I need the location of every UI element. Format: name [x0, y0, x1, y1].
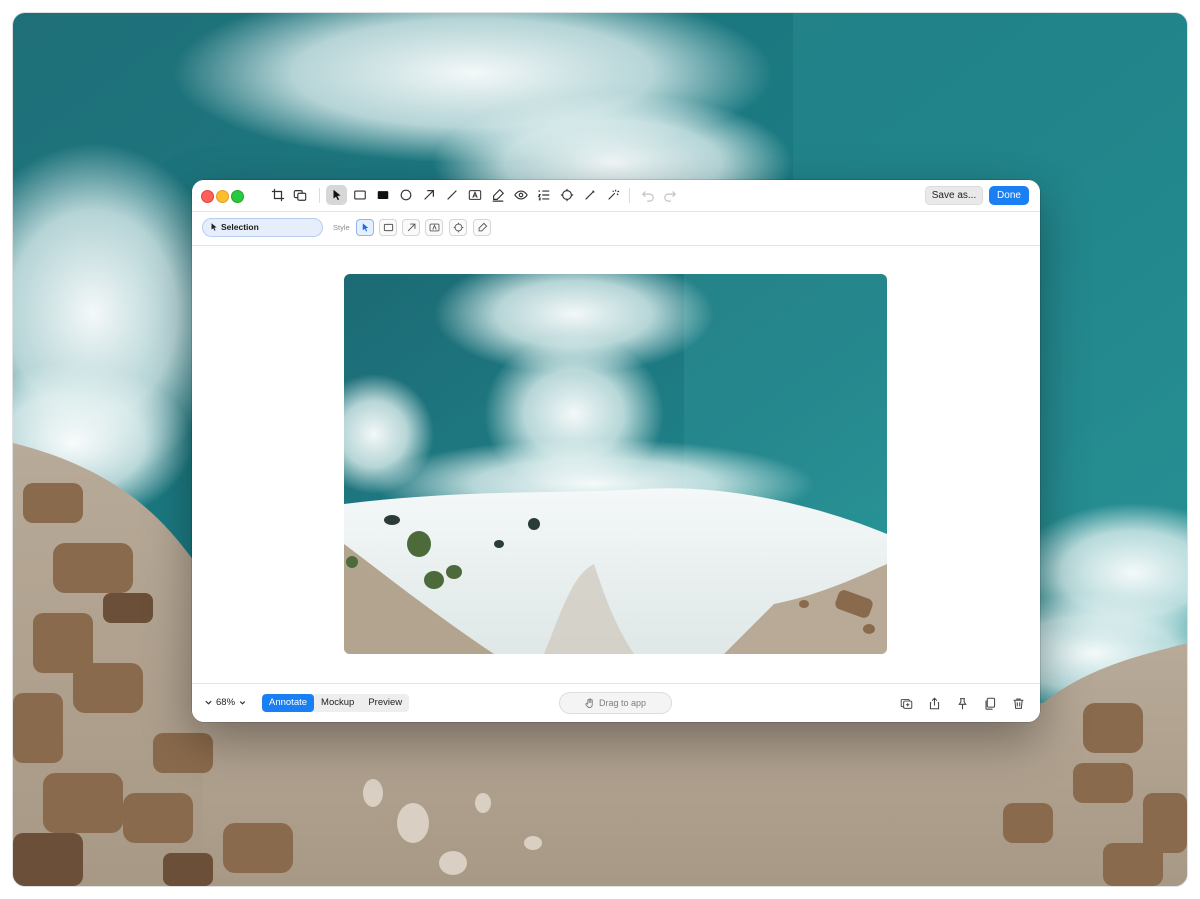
style-text-icon[interactable]	[425, 219, 443, 236]
style-spotlight-icon[interactable]	[449, 219, 467, 236]
bottom-bar: 68% Annotate Mockup Preview Drag to app	[192, 683, 1040, 722]
pin-icon[interactable]	[954, 695, 970, 711]
toolbar-divider	[319, 188, 320, 203]
mode-switcher: Annotate Mockup Preview	[262, 694, 410, 712]
pencil-icon[interactable]	[579, 185, 600, 205]
spotlight-icon[interactable]	[556, 185, 577, 205]
filled-rectangle-icon[interactable]	[372, 185, 393, 205]
copy-icon[interactable]	[982, 695, 998, 711]
chevron-down-icon	[205, 700, 212, 705]
style-arrow-icon[interactable]	[402, 219, 420, 236]
save-as-button[interactable]: Save as...	[925, 186, 983, 205]
ellipse-icon[interactable]	[395, 185, 416, 205]
pointer-icon[interactable]	[326, 185, 347, 205]
add-to-clipboard-icon[interactable]	[898, 695, 914, 711]
style-label: Style	[333, 223, 350, 232]
coast-photo	[344, 274, 887, 654]
blur-eye-icon[interactable]	[510, 185, 531, 205]
redo-icon[interactable]	[659, 185, 680, 205]
magic-wand-icon[interactable]	[602, 185, 623, 205]
drag-label: Drag to app	[599, 698, 647, 708]
minimize-window-button[interactable]	[216, 190, 229, 203]
selection-label: Selection	[221, 222, 259, 232]
undo-icon[interactable]	[637, 185, 658, 205]
captured-image[interactable]	[344, 274, 887, 654]
share-icon[interactable]	[926, 695, 942, 711]
text-icon[interactable]	[464, 185, 485, 205]
style-pointer-icon[interactable]	[356, 219, 374, 236]
tab-annotate[interactable]: Annotate	[262, 694, 315, 712]
annotation-canvas[interactable]	[192, 246, 1040, 682]
drag-hand-icon	[585, 698, 593, 708]
chevron-down-icon	[239, 701, 246, 705]
close-window-button[interactable]	[201, 190, 214, 203]
maximize-window-button[interactable]	[231, 190, 244, 203]
style-highlighter-icon[interactable]	[473, 219, 491, 236]
style-bar: Selection Style	[192, 212, 1040, 246]
toolbar-divider	[629, 188, 630, 203]
style-rectangle-icon[interactable]	[379, 219, 397, 236]
crop-icon[interactable]	[267, 185, 288, 205]
tab-mockup[interactable]: Mockup	[314, 694, 361, 712]
annotate-window: Save as... Done Selection Style 68% Anno…	[192, 180, 1040, 722]
zoom-control[interactable]: 68%	[204, 697, 247, 708]
duplicate-icon[interactable]	[289, 185, 310, 205]
zoom-value: 68%	[216, 697, 236, 708]
highlighter-icon[interactable]	[487, 185, 508, 205]
rectangle-icon[interactable]	[349, 185, 370, 205]
counter-list-icon[interactable]	[533, 185, 554, 205]
selection-tool-pill[interactable]: Selection	[202, 218, 323, 237]
main-toolbar: Save as... Done	[192, 180, 1040, 212]
done-button[interactable]: Done	[989, 186, 1029, 205]
tab-preview[interactable]: Preview	[361, 694, 409, 712]
pointer-icon	[211, 223, 217, 231]
arrow-icon[interactable]	[418, 185, 439, 205]
drag-to-app-handle[interactable]: Drag to app	[559, 692, 672, 714]
trash-icon[interactable]	[1010, 695, 1026, 711]
line-icon[interactable]	[441, 185, 462, 205]
